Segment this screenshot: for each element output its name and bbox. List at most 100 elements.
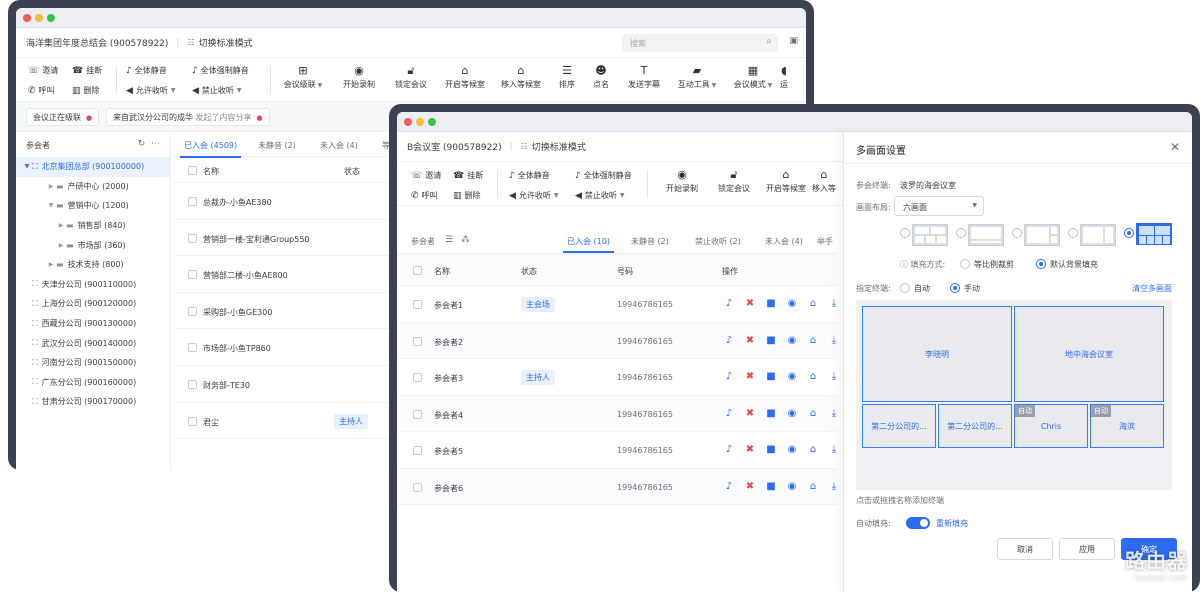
layout-select[interactable]: 六画面 ▼ <box>894 196 984 216</box>
tree-item[interactable]: ▼ ▬ 营销中心 (1200) <box>16 196 170 216</box>
mic-icon[interactable]: ♪ <box>722 408 736 420</box>
download-icon[interactable]: ⤓ <box>827 444 841 456</box>
camera-icon[interactable]: ■ <box>764 444 778 456</box>
layout-option-thumbnail[interactable] <box>968 224 1004 246</box>
speaker-off-icon[interactable]: ✖ <box>743 444 757 456</box>
layout-option-thumbnail[interactable] <box>912 224 948 246</box>
tab-unmuted[interactable]: 未静音 (2) <box>258 140 296 151</box>
maximize-dot[interactable] <box>47 14 55 22</box>
speaker-off-icon[interactable]: ✖ <box>743 408 757 420</box>
fill-crop-radio[interactable] <box>960 259 970 269</box>
stop-icon[interactable]: ● <box>86 114 92 122</box>
share-notice[interactable]: 来自武汉分公司的成华 发起了内容分享 ● <box>106 108 270 126</box>
autofill-toggle[interactable] <box>906 517 930 529</box>
layout-option-radio[interactable] <box>900 228 910 238</box>
layout-option-radio[interactable] <box>1068 228 1078 238</box>
call-button[interactable]: ✆ 呼叫 <box>28 85 55 96</box>
tree-item[interactable]: ⛶ 甘肃分公司 (900170000) <box>16 392 170 412</box>
clear-layout-link[interactable]: 清空多画面 <box>1132 283 1172 294</box>
layout-option-thumbnail[interactable] <box>1024 224 1060 246</box>
row-checkbox[interactable] <box>413 409 422 419</box>
waiting-room-button[interactable]: ⌂ 开启等候室 <box>440 63 490 90</box>
download-icon[interactable]: ⤓ <box>827 335 841 347</box>
tree-view-icon[interactable]: ⁂ <box>461 235 470 245</box>
mic-icon[interactable]: ♪ <box>722 335 736 347</box>
tree-item[interactable]: ⛶ 天津分公司 (900110000) <box>16 275 170 295</box>
layout-option-thumbnail[interactable] <box>1080 224 1116 246</box>
table-row[interactable]: 参会者6 19946786165 ♪ ✖ ■ ◉ ⌂ ⤓ <box>397 468 837 505</box>
tree-item[interactable]: ▶ ▬ 销售部 (840) <box>16 216 170 236</box>
tree-item[interactable]: ▶ ▬ 技术支持 (800) <box>16 255 170 275</box>
mic-icon[interactable]: ♪ <box>722 481 736 493</box>
assign-auto-radio[interactable] <box>900 283 910 293</box>
list-view-icon[interactable]: ☰ <box>445 235 453 245</box>
home-icon[interactable]: ⌂ <box>806 444 820 456</box>
fill-background-radio[interactable] <box>1036 259 1046 269</box>
home-icon[interactable]: ⌂ <box>806 335 820 347</box>
more-button[interactable]: ◖ 运 <box>774 63 794 90</box>
table-row[interactable]: 参会者4 19946786165 ♪ ✖ ■ ◉ ⌂ ⤓ <box>397 395 837 432</box>
layout-cell[interactable]: 第二分公司的... <box>938 404 1012 448</box>
home-icon[interactable]: ⌂ <box>806 298 820 310</box>
camera-icon[interactable]: ■ <box>764 298 778 310</box>
layout-cell[interactable]: 第二分公司的... <box>862 404 936 448</box>
list-item[interactable]: 采购部-小鱼GE300 <box>174 293 414 330</box>
row-checkbox[interactable] <box>413 336 422 346</box>
lock-button[interactable]: 🔓︎ 锁定会议 <box>386 63 436 90</box>
row-checkbox[interactable] <box>188 343 197 353</box>
switch-mode-link[interactable]: 切换标准模式 <box>532 140 586 153</box>
tab-joined[interactable]: 已入会 (4509) <box>179 140 242 158</box>
row-checkbox[interactable] <box>188 416 197 426</box>
row-checkbox[interactable] <box>413 300 422 309</box>
close-dot[interactable] <box>23 14 31 22</box>
layout-cell[interactable]: 自动 Chris <box>1014 404 1088 448</box>
eye-icon[interactable]: ◉ <box>785 335 799 347</box>
apply-button[interactable]: 应用 <box>1059 538 1115 560</box>
row-checkbox[interactable] <box>413 482 422 492</box>
speaker-off-icon[interactable]: ✖ <box>743 371 757 383</box>
list-item[interactable]: 财务部-TE30 <box>174 366 414 403</box>
hangup-button[interactable]: ☎ 挂断 <box>72 65 102 76</box>
record-button[interactable]: ◉ 开始录制 <box>657 167 707 194</box>
camera-icon[interactable]: ■ <box>764 371 778 383</box>
list-item[interactable]: 营销部一楼-宝利通Group550 <box>174 220 414 257</box>
cascade-button[interactable]: ⊞ 会议级联 ▼ <box>278 63 328 90</box>
chat-icon[interactable]: ▣ <box>789 36 798 46</box>
tab-unmuted[interactable]: 未静音 (2) <box>631 236 669 247</box>
assign-manual-radio[interactable] <box>950 283 960 293</box>
home-icon[interactable]: ⌂ <box>806 371 820 383</box>
row-checkbox[interactable] <box>413 446 422 455</box>
row-checkbox[interactable] <box>188 270 197 280</box>
switch-mode-link[interactable]: 切换标准模式 <box>199 36 253 49</box>
mute-all-button[interactable]: ♪ 全体静音 <box>509 170 550 181</box>
select-all-checkbox[interactable] <box>188 166 197 175</box>
table-row[interactable]: 参会者5 19946786165 ♪ ✖ ■ ◉ ⌂ ⤓ <box>397 432 837 469</box>
allow-unmute-dropdown[interactable]: ◀ 允许收听 ▼ <box>509 190 559 201</box>
camera-icon[interactable]: ■ <box>764 408 778 420</box>
refresh-icon[interactable]: ↻ <box>138 139 146 149</box>
tree-item[interactable]: ⛶ 武汉分公司 (900140000) <box>16 333 170 353</box>
home-icon[interactable]: ⌂ <box>806 481 820 493</box>
more-icon[interactable]: ⋯ <box>151 139 160 149</box>
forbid-unmute-dropdown[interactable]: ◀ 禁止收听 ▼ <box>192 85 242 96</box>
invite-button[interactable]: ☏ 邀请 <box>411 170 441 181</box>
download-icon[interactable]: ⤓ <box>827 371 841 383</box>
cascade-notice[interactable]: 会议正在级联 ● <box>26 108 100 126</box>
select-all-checkbox[interactable] <box>413 266 422 275</box>
close-dot[interactable] <box>404 118 412 126</box>
mic-icon[interactable]: ♪ <box>722 298 736 310</box>
tree-item[interactable]: ▼ ⛶ 北京集团总部 (900100000) <box>16 157 170 177</box>
eye-icon[interactable]: ◉ <box>785 298 799 310</box>
download-icon[interactable]: ⤓ <box>827 298 841 310</box>
tree-item[interactable]: ⛶ 西藏分公司 (900130000) <box>16 314 170 334</box>
move-waiting-button[interactable]: ⌂ 移入等 <box>805 167 843 194</box>
waiting-room-button[interactable]: ⌂ 开启等候室 <box>761 167 811 194</box>
refill-link[interactable]: 重新填充 <box>936 518 968 529</box>
tree-item[interactable]: ⛶ 上海分公司 (900120000) <box>16 294 170 314</box>
table-row[interactable]: 参会者3 主持人 19946786165 ♪ ✖ ■ ◉ ⌂ ⤓ <box>397 359 837 396</box>
close-icon[interactable]: ✕ <box>1170 140 1180 154</box>
lock-button[interactable]: 🔓︎ 锁定会议 <box>709 167 759 194</box>
tab-not-joined[interactable]: 未入会 (4) <box>765 236 803 247</box>
camera-icon[interactable]: ■ <box>764 335 778 347</box>
cancel-button[interactable]: 取消 <box>997 538 1053 560</box>
